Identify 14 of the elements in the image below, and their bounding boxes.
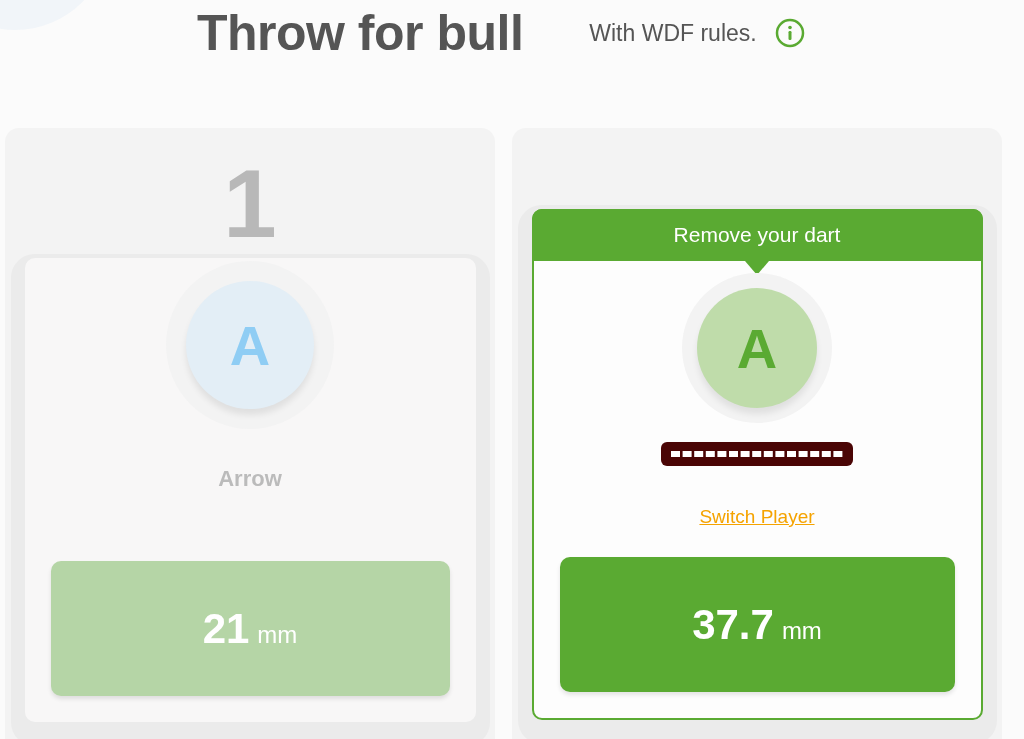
player-avatar: A	[697, 288, 817, 408]
rules-text: With WDF rules.	[589, 19, 757, 47]
player-name: Arrow	[218, 466, 282, 492]
page-title: Throw for bull	[197, 4, 524, 62]
switch-player-link[interactable]: Switch Player	[699, 506, 815, 528]
banner-pointer	[745, 261, 769, 275]
distance-value: 37.7	[692, 600, 774, 649]
distance-unit: mm	[781, 616, 822, 645]
info-icon[interactable]	[774, 18, 805, 48]
status-banner: Remove your dart	[531, 209, 983, 261]
distance-unit: mm	[257, 620, 298, 649]
player-avatar: A	[186, 281, 314, 409]
distance-value: 21	[202, 604, 250, 653]
player-number: 1	[223, 149, 277, 258]
